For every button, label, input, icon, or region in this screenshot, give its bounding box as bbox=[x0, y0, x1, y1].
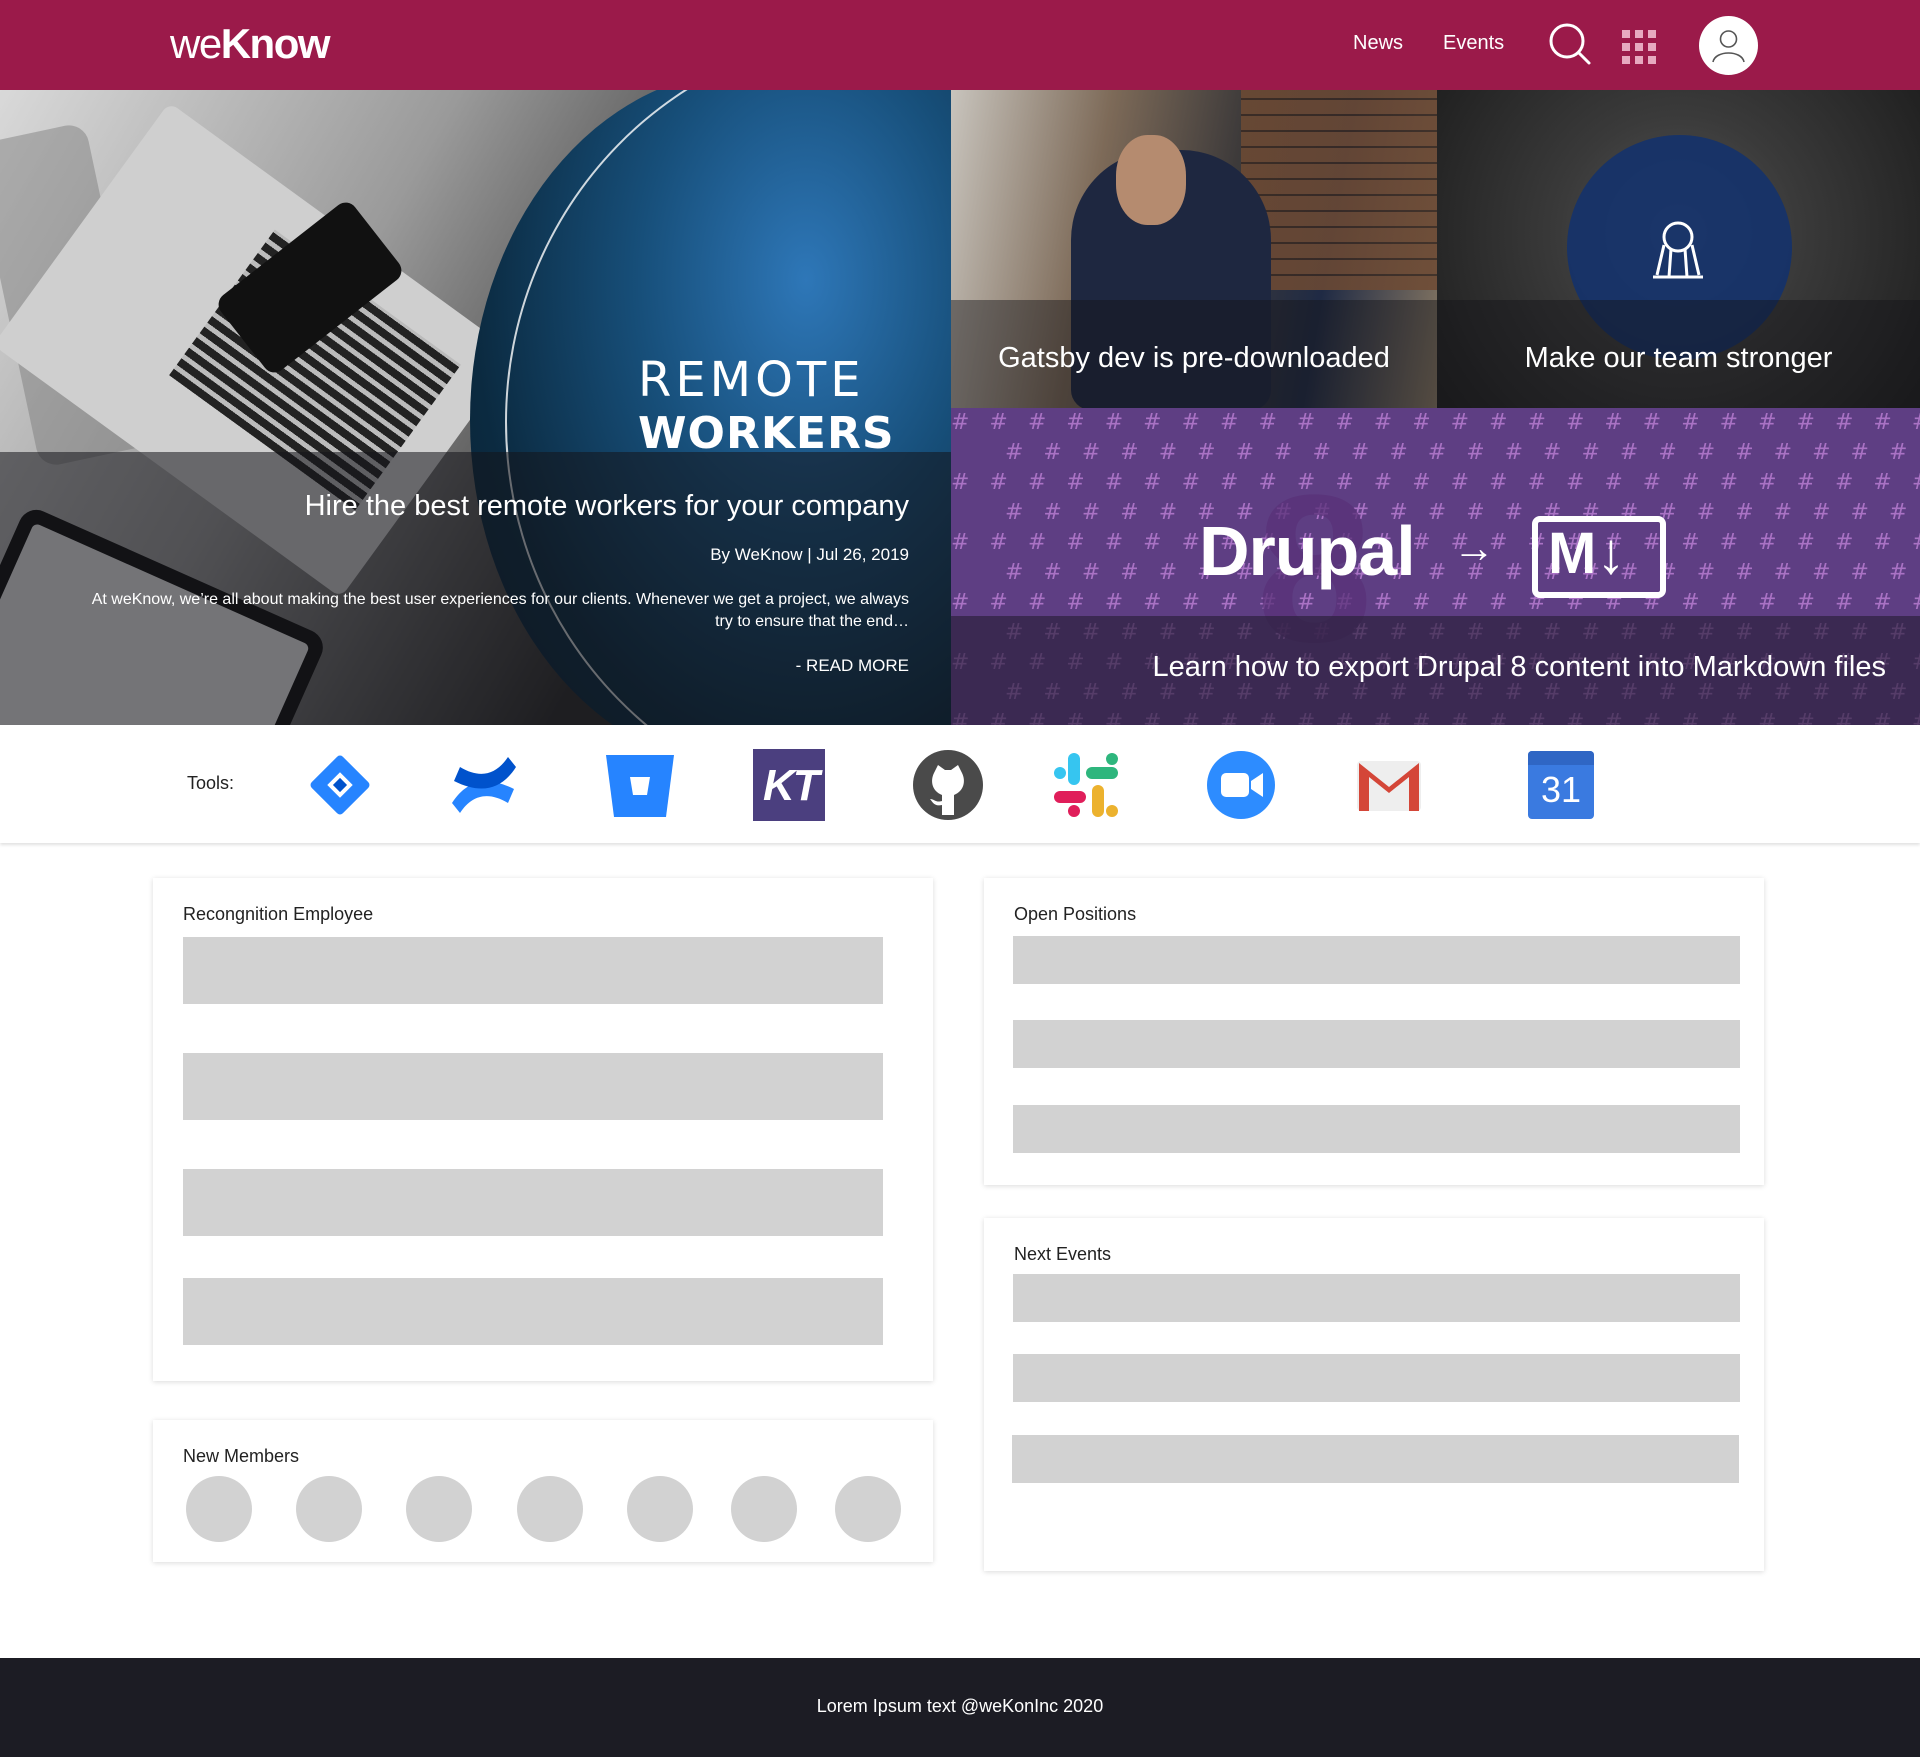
arrow-icon: → bbox=[1453, 524, 1495, 571]
new-members-card: New Members bbox=[153, 1420, 933, 1562]
bitbucket-icon[interactable] bbox=[604, 749, 676, 821]
position-placeholder bbox=[1013, 936, 1740, 984]
jira-icon[interactable] bbox=[304, 749, 376, 821]
event-placeholder bbox=[1013, 1274, 1740, 1322]
featured-article-tile[interactable]: REMOTE WORKERS Hire the best remote work… bbox=[0, 90, 951, 725]
member-avatar[interactable] bbox=[296, 1476, 362, 1542]
top-header: weKnow News Events bbox=[0, 0, 1920, 90]
weknow-logo[interactable]: weKnow bbox=[170, 20, 331, 68]
gatsby-caption: Gatsby dev is pre-downloaded bbox=[998, 342, 1390, 374]
recognition-placeholder bbox=[183, 1169, 883, 1236]
recognition-placeholder bbox=[183, 937, 883, 1004]
apps-grid-icon[interactable] bbox=[1622, 30, 1656, 64]
page-footer: Lorem Ipsum text @weKonInc 2020 bbox=[0, 1658, 1920, 1757]
slack-icon[interactable] bbox=[1050, 749, 1122, 821]
read-more-link[interactable]: - READ MORE bbox=[796, 656, 909, 676]
member-avatar[interactable] bbox=[835, 1476, 901, 1542]
nav-events-link[interactable]: Events bbox=[1443, 32, 1504, 55]
developer-head-image bbox=[1116, 135, 1186, 225]
next-events-card-title: Next Events bbox=[1014, 1244, 1112, 1264]
footer-text: Lorem Ipsum text @weKonInc 2020 bbox=[816, 1696, 1104, 1716]
markdown-icon: M↓ bbox=[1532, 516, 1666, 598]
position-placeholder bbox=[1013, 1020, 1740, 1068]
member-avatar[interactable] bbox=[731, 1476, 797, 1542]
remote-image-text: REMOTE bbox=[638, 352, 865, 408]
event-placeholder bbox=[1012, 1435, 1739, 1483]
gmail-icon[interactable] bbox=[1353, 749, 1425, 821]
open-positions-card-title: Open Positions bbox=[1014, 904, 1137, 924]
recognition-placeholder bbox=[183, 1053, 883, 1120]
event-placeholder bbox=[1013, 1354, 1740, 1402]
member-avatar[interactable] bbox=[517, 1476, 583, 1542]
new-members-card-title: New Members bbox=[183, 1446, 300, 1466]
article-excerpt: At weKnow, we’re all about making the be… bbox=[91, 591, 909, 630]
tools-label: Tools: bbox=[187, 773, 235, 793]
open-positions-card: Open Positions bbox=[984, 878, 1764, 1185]
drupal-caption: Learn how to export Drupal 8 content int… bbox=[1152, 651, 1886, 683]
drupal-tile[interactable]: ######################### ##### #########… bbox=[951, 408, 1920, 725]
google-calendar-icon[interactable]: 31 bbox=[1528, 751, 1594, 819]
position-placeholder bbox=[1013, 1105, 1740, 1153]
article-meta: By WeKnow | Jul 26, 2019 bbox=[710, 545, 909, 564]
zoom-icon[interactable] bbox=[1205, 749, 1277, 821]
tools-bar: Tools: KT 31 bbox=[0, 725, 1920, 843]
kt-icon[interactable]: KT bbox=[753, 749, 825, 821]
recognition-card-title: Recongnition Employee bbox=[183, 904, 374, 924]
member-avatar[interactable] bbox=[186, 1476, 252, 1542]
hero-section: REMOTE WORKERS Hire the best remote work… bbox=[0, 90, 1920, 725]
user-avatar-icon[interactable] bbox=[1699, 16, 1758, 75]
next-events-card: Next Events bbox=[984, 1218, 1764, 1571]
member-avatar[interactable] bbox=[406, 1476, 472, 1542]
recognition-employee-card: Recongnition Employee bbox=[153, 878, 933, 1381]
member-avatar[interactable] bbox=[627, 1476, 693, 1542]
github-icon[interactable] bbox=[912, 749, 984, 821]
search-icon[interactable] bbox=[1548, 22, 1592, 66]
gatsby-tile[interactable]: Gatsby dev is pre-downloaded bbox=[951, 90, 1437, 408]
nav-news-link[interactable]: News bbox=[1353, 32, 1403, 55]
team-caption: Make our team stronger bbox=[1524, 342, 1833, 374]
article-title[interactable]: Hire the best remote workers for your co… bbox=[305, 490, 909, 523]
team-hands-icon bbox=[1653, 221, 1703, 279]
drupal-logo: Drupal bbox=[1199, 512, 1416, 590]
confluence-icon[interactable] bbox=[448, 749, 520, 821]
recognition-placeholder bbox=[183, 1278, 883, 1345]
team-tile[interactable]: Make our team stronger bbox=[1437, 90, 1920, 408]
